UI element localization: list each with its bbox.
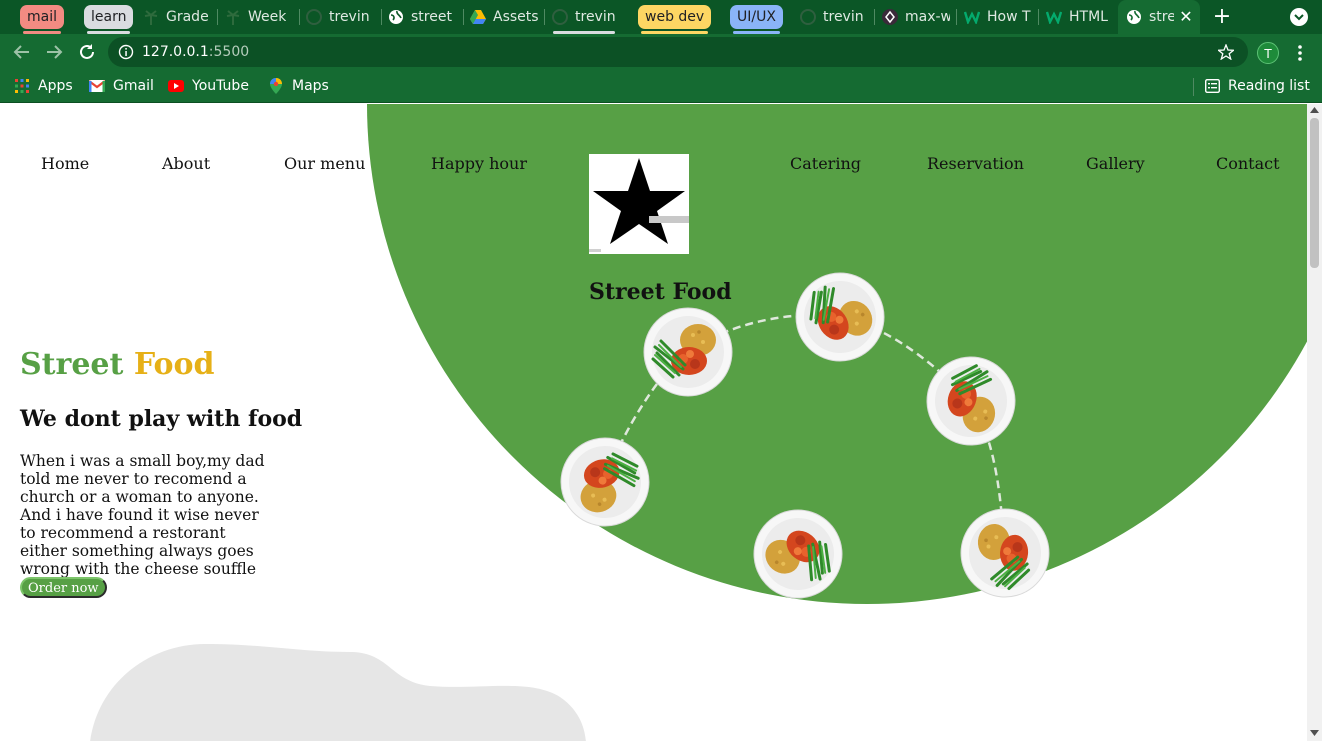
page-scrollbar[interactable] (1307, 104, 1322, 741)
tab-group-web-dev[interactable]: web dev (638, 5, 712, 34)
reading-list-button[interactable]: Reading list (1204, 77, 1310, 95)
reading-list-icon (1204, 78, 1220, 94)
w3-icon (964, 9, 980, 25)
kebab-menu-icon[interactable] (1293, 44, 1307, 62)
reload-button[interactable] (75, 40, 99, 64)
info-icon[interactable] (118, 44, 134, 60)
bookmark-maps[interactable]: Maps (268, 77, 329, 95)
back-button[interactable] (10, 40, 34, 64)
web-page: Home About Our menu Happy hour Catering … (0, 104, 1307, 741)
hero-title: Street Food (20, 347, 215, 382)
tab-trevin-1[interactable]: trevin (306, 4, 376, 30)
forward-arrow-icon (47, 45, 63, 59)
address-bar[interactable]: 127.0.0.1:5500 (108, 37, 1248, 67)
gmail-icon (89, 78, 105, 94)
tab-grade[interactable]: Grade (143, 4, 211, 30)
tab-assets[interactable]: Assets (470, 4, 538, 30)
github-icon (306, 9, 322, 25)
tab-group-learn[interactable]: learn (84, 5, 134, 34)
apps-grid-icon (14, 78, 30, 94)
bookmark-apps[interactable]: Apps (14, 77, 73, 95)
github-icon (800, 9, 816, 25)
tab-html[interactable]: HTML (1046, 4, 1112, 30)
youtube-icon (168, 78, 184, 94)
food-plate-image (795, 272, 885, 366)
palm-icon (225, 9, 241, 25)
browser-toolbar: 127.0.0.1:5500 T (0, 34, 1322, 70)
bookmark-youtube[interactable]: YouTube (168, 77, 249, 95)
tab-group-ui-ux[interactable]: UI/UX (730, 5, 783, 34)
browser-tab-strip: mail learn Grade Week trevin street Asse… (0, 0, 1322, 34)
globe-icon (1126, 9, 1142, 25)
tab-week[interactable]: Week (225, 4, 293, 30)
food-plate-image (643, 307, 733, 401)
new-tab-button[interactable]: + (1212, 6, 1232, 28)
tab-group-mail[interactable]: mail (20, 5, 64, 34)
back-arrow-icon (13, 45, 29, 59)
tab-street[interactable]: street (388, 4, 458, 30)
food-plate-image (960, 508, 1050, 602)
bookmarks-bar: Apps Gmail YouTube Maps Reading list (0, 70, 1322, 103)
reload-icon (80, 44, 94, 59)
hero-subtitle: We dont play with food (20, 406, 303, 432)
github-icon (552, 9, 568, 25)
forward-button[interactable] (42, 40, 66, 64)
bookmark-star-icon[interactable] (1218, 44, 1234, 60)
close-tab-icon[interactable]: ✕ (1178, 7, 1194, 26)
url-text: 127.0.0.1:5500 (142, 44, 250, 60)
bookmark-gmail[interactable]: Gmail (89, 77, 154, 95)
tab-trevin-3[interactable]: trevin (800, 4, 868, 30)
w3-icon (1046, 9, 1062, 25)
order-now-button[interactable]: Order now (20, 577, 107, 598)
diamond-icon (882, 9, 898, 25)
tab-trevin-2[interactable]: trevin (552, 4, 620, 30)
globe-icon (388, 9, 404, 25)
food-plate-image (753, 509, 843, 603)
food-plate-image (560, 437, 650, 531)
profile-avatar[interactable]: T (1257, 42, 1279, 64)
tab-active-street-food[interactable]: stre ✕ (1118, 0, 1200, 34)
scrollbar-thumb[interactable] (1310, 118, 1319, 268)
tab-max-w[interactable]: max-w (882, 4, 950, 30)
tab-how-t[interactable]: How T (964, 4, 1034, 30)
hero-paragraph: When i was a small boy,my dad told me ne… (20, 452, 265, 578)
tab-search-button[interactable] (1290, 8, 1308, 26)
food-plate-image (926, 356, 1016, 450)
drive-icon (470, 9, 486, 25)
maps-icon (268, 78, 284, 94)
palm-icon (143, 9, 159, 25)
